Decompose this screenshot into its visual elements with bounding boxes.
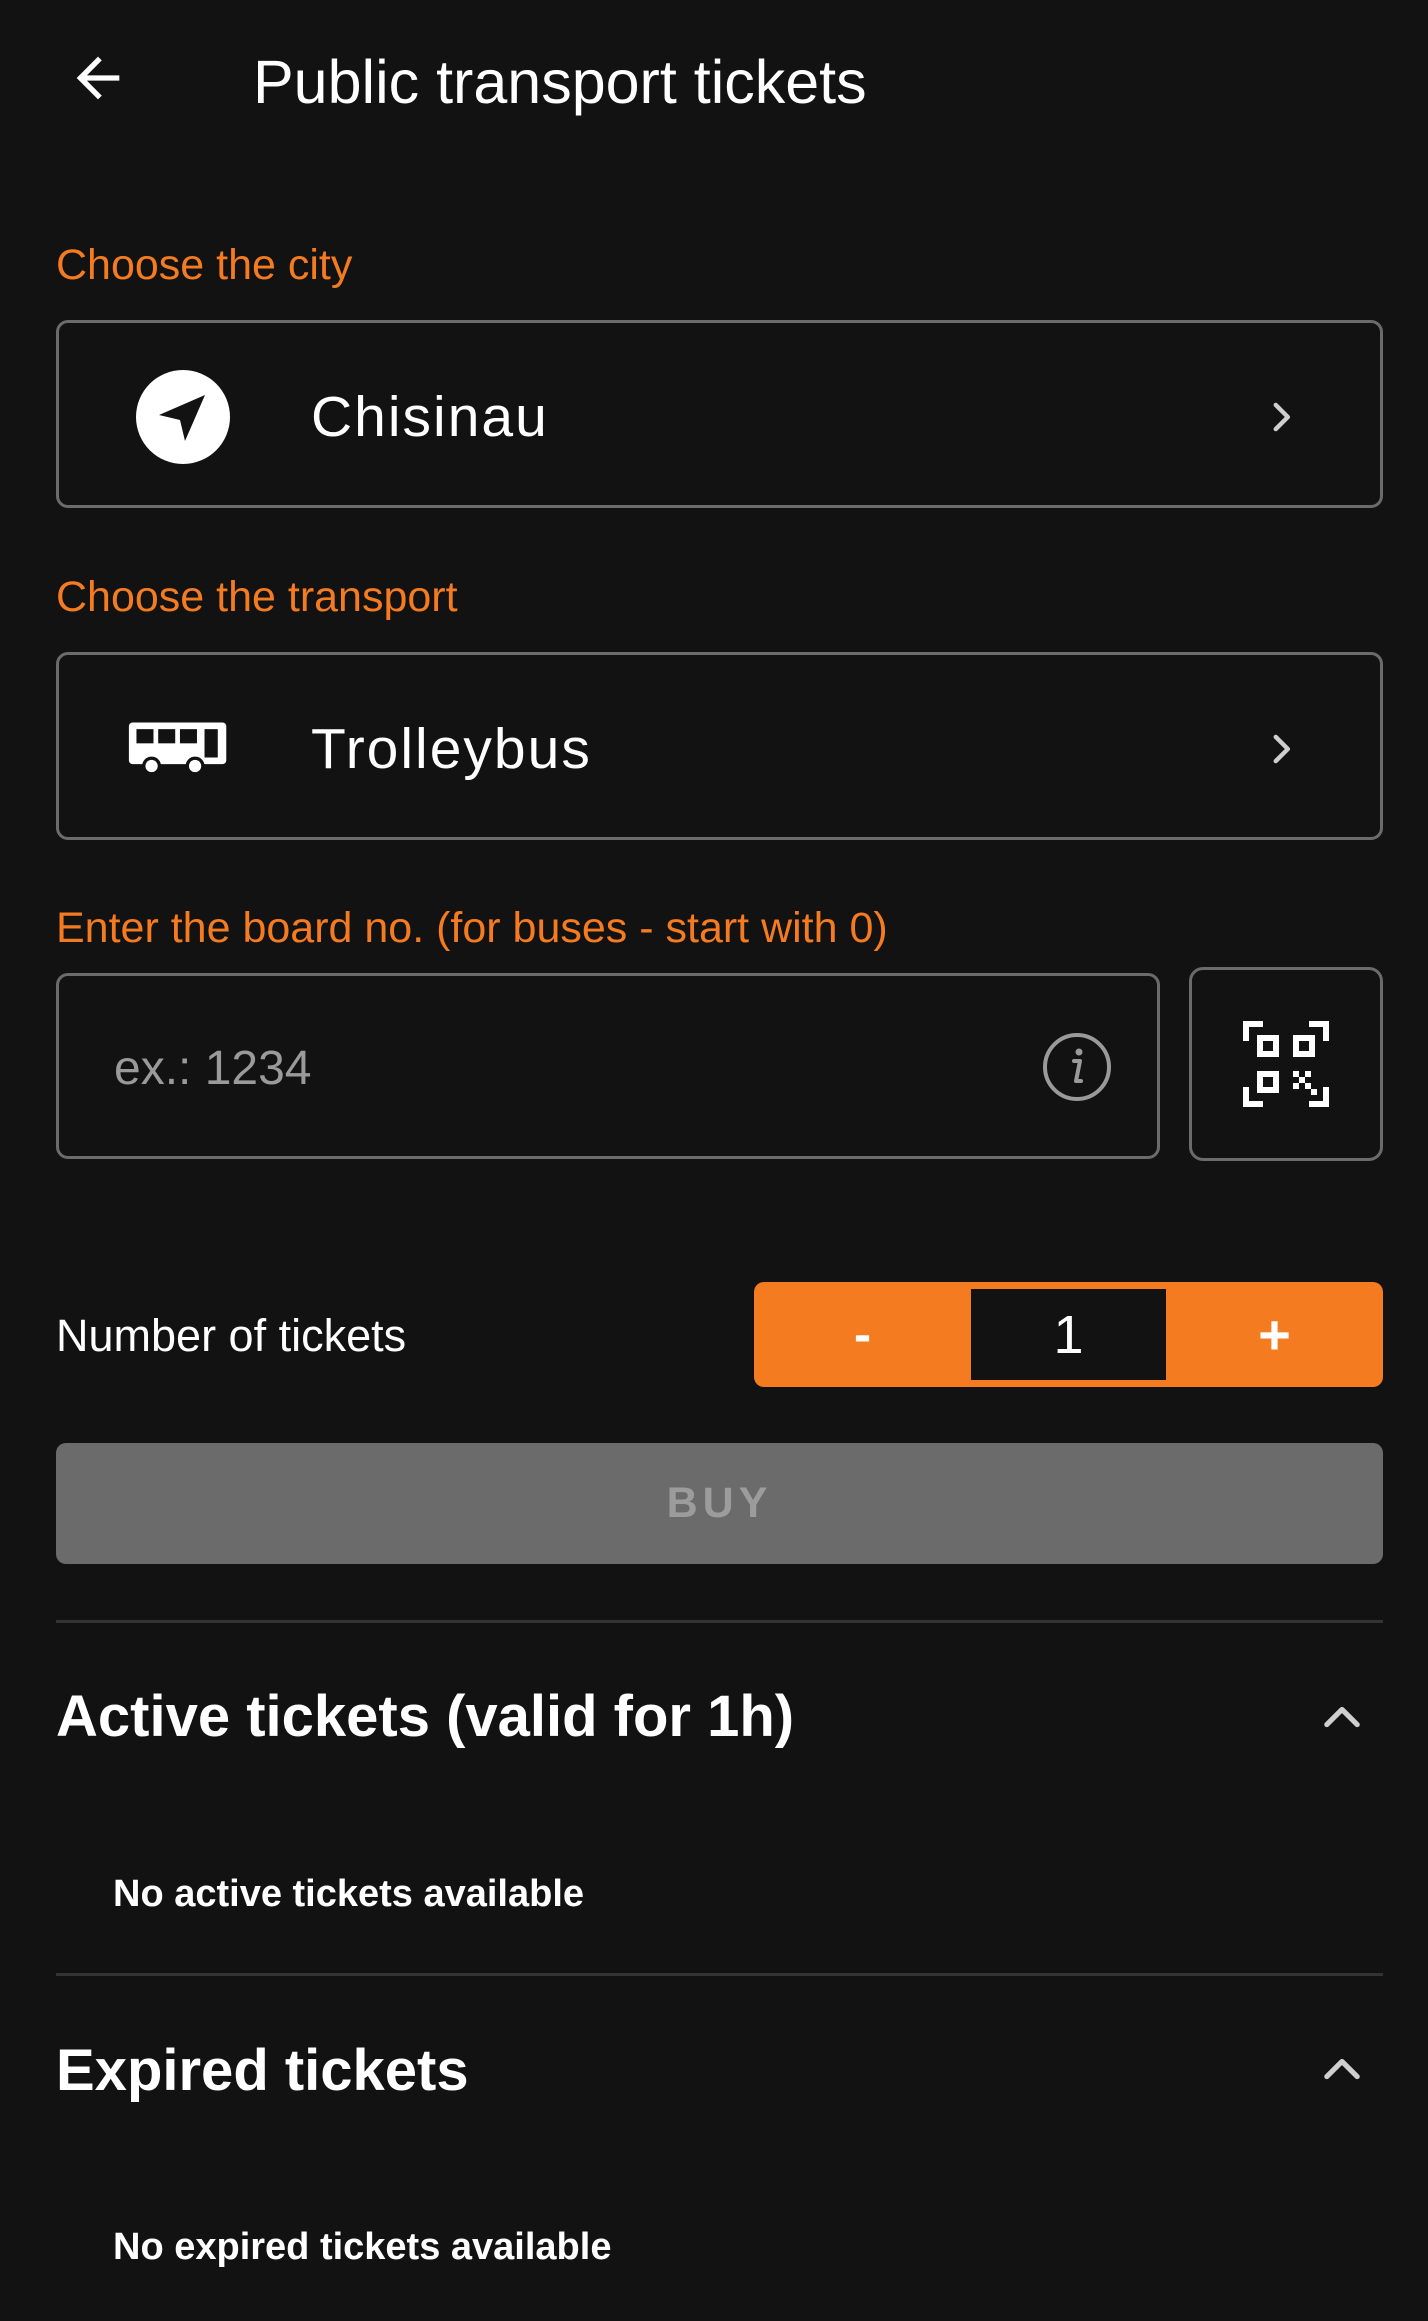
page-title: Public transport tickets — [253, 48, 867, 116]
city-selector[interactable]: Chisinau — [56, 320, 1383, 508]
increment-button[interactable]: + — [1166, 1282, 1383, 1387]
transport-value: Trolleybus — [311, 717, 592, 781]
ticket-count: 1 — [971, 1289, 1166, 1380]
active-tickets-toggle[interactable] — [1306, 1681, 1378, 1753]
bus-icon — [127, 697, 231, 801]
navigation-arrow-icon — [131, 365, 235, 469]
arrow-left-icon — [76, 56, 120, 100]
board-number-label: Enter the board no. (for buses - start w… — [56, 904, 888, 952]
transport-selector[interactable]: Trolleybus — [56, 652, 1383, 840]
expired-tickets-title: Expired tickets — [56, 2038, 469, 2103]
chevron-right-icon — [1254, 721, 1310, 777]
divider — [56, 1620, 1383, 1623]
qr-scan-button[interactable] — [1189, 967, 1383, 1161]
board-number-input[interactable] — [112, 1026, 996, 1110]
expired-tickets-empty: No expired tickets available — [113, 2226, 612, 2268]
chevron-up-icon — [1324, 1706, 1360, 1728]
expired-tickets-toggle[interactable] — [1306, 2033, 1378, 2105]
chevron-up-icon — [1324, 2058, 1360, 2080]
info-icon[interactable] — [1041, 1031, 1113, 1103]
quantity-stepper: - 1 + — [754, 1282, 1383, 1387]
board-number-field — [56, 973, 1160, 1159]
divider — [56, 1973, 1383, 1976]
active-tickets-title: Active tickets (valid for 1h) — [56, 1684, 795, 1749]
back-button[interactable] — [56, 36, 140, 120]
buy-button[interactable]: BUY — [56, 1443, 1383, 1564]
decrement-button[interactable]: - — [754, 1282, 971, 1387]
chevron-right-icon — [1254, 389, 1310, 445]
city-label: Choose the city — [56, 241, 353, 289]
transport-label: Choose the transport — [56, 573, 458, 621]
active-tickets-empty: No active tickets available — [113, 1873, 585, 1915]
qr-code-icon — [1243, 1021, 1329, 1107]
number-of-tickets-label: Number of tickets — [56, 1310, 407, 1361]
city-value: Chisinau — [311, 385, 549, 449]
